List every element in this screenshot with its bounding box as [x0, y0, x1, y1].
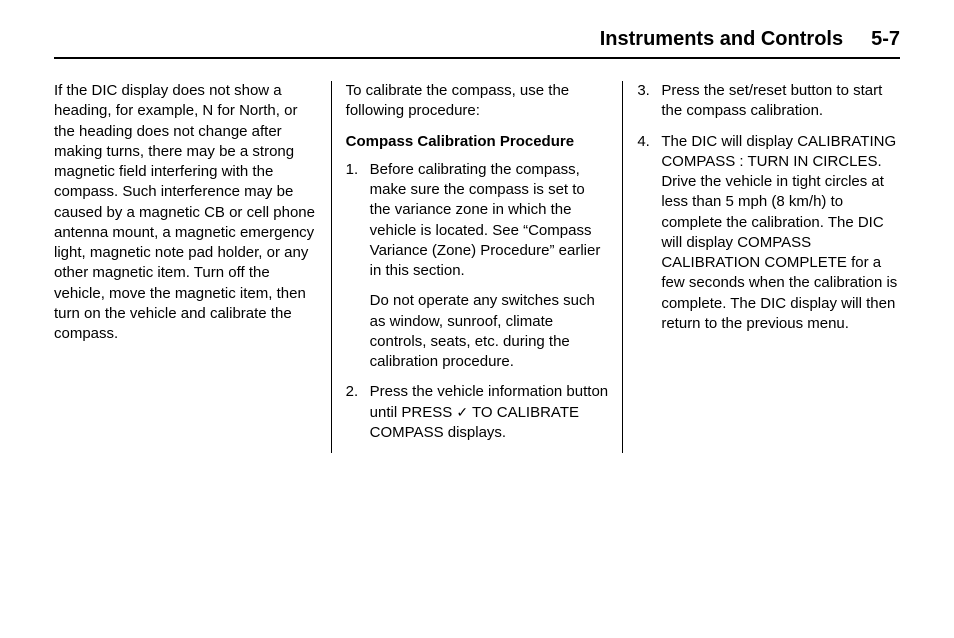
procedure-list: 1. Before calibrating the compass, make …: [346, 160, 609, 443]
step-text: Before calibrating the compass, make sur…: [370, 161, 601, 279]
step-text: Press the set/reset button to start the …: [661, 82, 882, 119]
step-number: 3.: [637, 81, 650, 101]
column-1: If the DIC display does not show a headi…: [54, 81, 331, 453]
step-number: 2.: [346, 382, 359, 402]
step-text: The DIC will display CALIBRATING COMPASS…: [661, 133, 897, 332]
procedure-heading: Compass Calibration Procedure: [346, 132, 609, 152]
procedure-list-continued: 3. Press the set/reset button to start t…: [637, 81, 900, 334]
intro-paragraph: To calibrate the compass, use the follow…: [346, 81, 609, 122]
page-header: Instruments and Controls 5-7: [54, 28, 900, 59]
step-number: 1.: [346, 160, 359, 180]
header-page-number: 5-7: [871, 28, 900, 51]
step-note: Do not operate any switches such as wind…: [370, 291, 609, 372]
list-item: 1. Before calibrating the compass, make …: [346, 160, 609, 373]
list-item: 2. Press the vehicle information button …: [346, 382, 609, 443]
check-icon: ✓: [456, 403, 468, 422]
header-title: Instruments and Controls: [600, 28, 843, 51]
body-paragraph: If the DIC display does not show a headi…: [54, 81, 317, 344]
list-item: 3. Press the set/reset button to start t…: [637, 81, 900, 122]
column-2: To calibrate the compass, use the follow…: [331, 81, 623, 453]
step-number: 4.: [637, 132, 650, 152]
list-item: 4. The DIC will display CALIBRATING COMP…: [637, 132, 900, 335]
content-columns: If the DIC display does not show a headi…: [54, 81, 900, 453]
column-3: 3. Press the set/reset button to start t…: [622, 81, 900, 453]
